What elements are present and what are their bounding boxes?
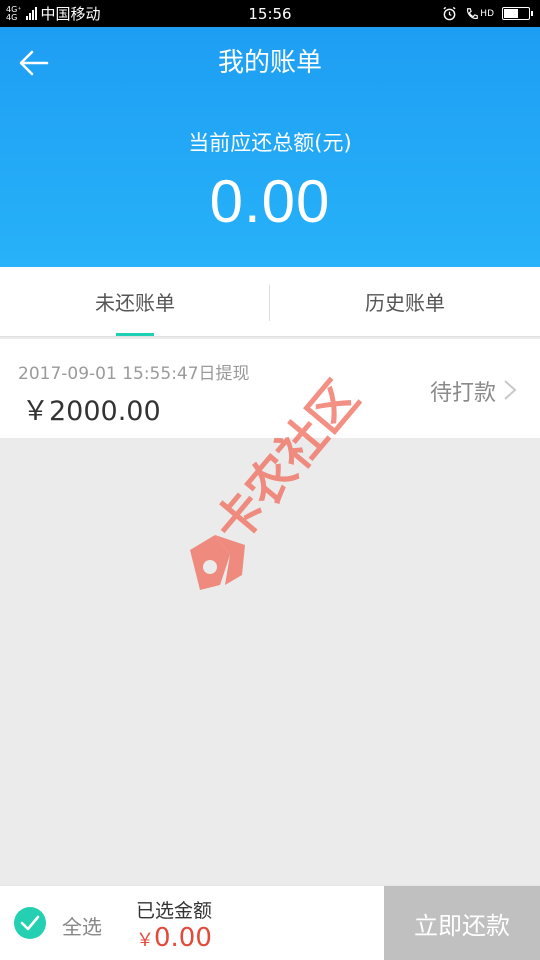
network-type-bottom: 4G: [6, 12, 18, 22]
bill-status: 待打款: [429, 381, 496, 406]
tab-history-bills[interactable]: 历史账单: [270, 267, 540, 336]
header: 我的账单 当前应还总额(元) 0.00: [0, 27, 540, 267]
total-due-amount: 0.00: [209, 168, 331, 235]
hd-label: HD: [480, 8, 494, 19]
pay-now-button[interactable]: 立即还款: [384, 886, 540, 960]
status-right: HD: [442, 6, 533, 21]
bottom-bar: 全选 已选金额 ￥0.00 立即还款: [0, 885, 540, 960]
battery-icon: [502, 7, 533, 20]
tab-unpaid-bills[interactable]: 未还账单: [0, 267, 270, 336]
signal-icon: [25, 7, 37, 20]
bill-amount: ￥2000.00: [22, 396, 161, 427]
total-due-label: 当前应还总额(元): [188, 131, 352, 155]
status-bar: 4G⁺ 4G 中国移动 15:56 HD: [0, 0, 540, 27]
status-left: 4G⁺ 4G 中国移动: [6, 3, 101, 24]
bill-datetime: 2017-09-01 15:55:47日提现: [18, 364, 250, 384]
network-type: 4G⁺ 4G: [6, 5, 22, 22]
carrier-name: 中国移动: [40, 5, 101, 23]
hd-call-icon: HD: [465, 7, 494, 21]
active-tab-indicator: [116, 333, 154, 336]
currency-symbol: ￥: [136, 930, 154, 951]
alarm-icon: [443, 6, 456, 21]
selected-amount-value: 0.00: [154, 923, 212, 953]
selected-amount: ￥0.00: [136, 923, 212, 953]
bill-tabs: 未还账单 历史账单: [0, 267, 540, 337]
tab-label: 未还账单: [95, 291, 175, 315]
tab-label: 历史账单: [365, 291, 445, 315]
page-title: 我的账单: [217, 48, 322, 78]
phone-icon: [467, 7, 479, 19]
select-all-checkbox[interactable]: [14, 907, 46, 939]
selected-amount-label: 已选金额: [136, 900, 213, 922]
check-icon: [20, 915, 40, 931]
chevron-right-icon: [504, 380, 517, 400]
select-all-label[interactable]: 全选: [62, 911, 102, 940]
bill-list-item[interactable]: 2017-09-01 15:55:47日提现 ￥2000.00 待打款: [0, 339, 540, 438]
tab-divider: [269, 285, 270, 321]
